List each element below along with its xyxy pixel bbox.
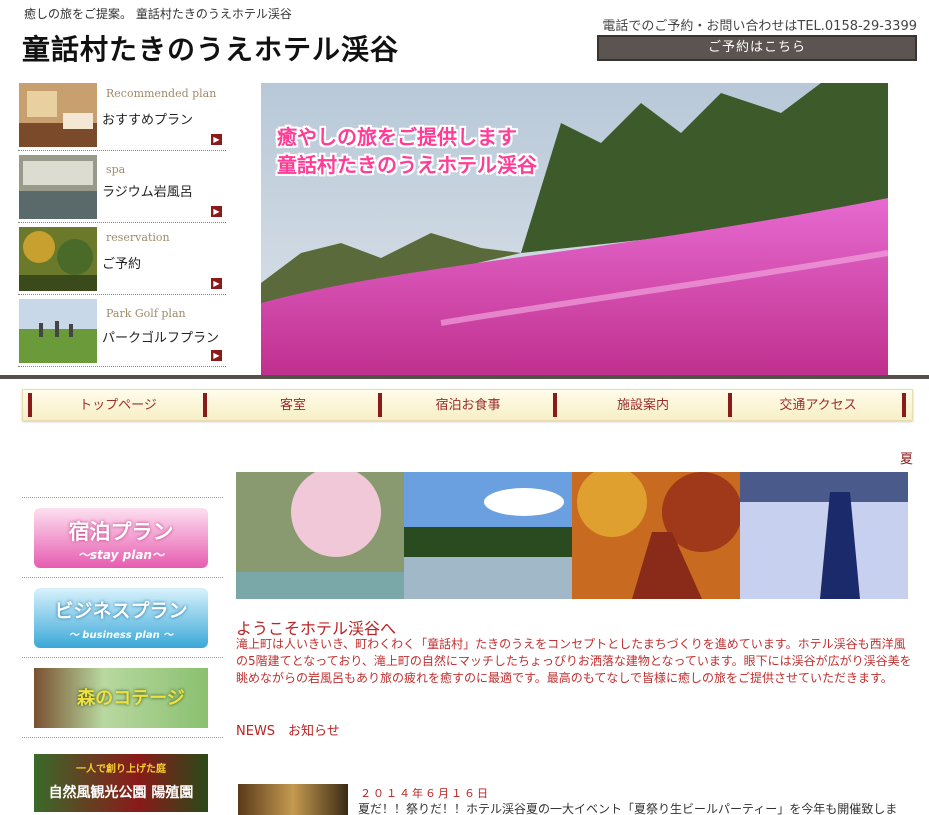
arrow-right-icon[interactable]: ▶ xyxy=(211,134,222,145)
park-golf-photo xyxy=(19,299,97,363)
news-ticker[interactable]: 夏 xyxy=(900,448,913,467)
room-photo xyxy=(19,83,97,147)
hero-caption-line: 童話村たきのうえホテル渓谷 xyxy=(277,153,537,177)
welcome-body: 滝上町は人いきいき、町わくわく「童話村」たきのうえをコンセプトとしたまちづくりを… xyxy=(236,637,912,685)
banner-title: 自然風観光公園 陽殖園 xyxy=(48,785,194,801)
bath-photo xyxy=(19,155,97,219)
banner-slot: 一人で創り上げた庭 自然風観光公園 陽殖園 xyxy=(22,737,223,815)
plan-en-label: spa xyxy=(106,163,126,176)
business-plan-banner[interactable]: ビジネスプラン ～ business plan ～ xyxy=(34,588,208,648)
nav-access[interactable]: 交通アクセス xyxy=(728,393,904,417)
summer-lake-photo xyxy=(404,472,572,599)
arrow-right-icon[interactable]: ▶ xyxy=(211,278,222,289)
banner-subtitle: ～ business plan ～ xyxy=(68,630,174,641)
nav-dining[interactable]: 宿泊お食事 xyxy=(378,393,554,417)
site-title[interactable]: 童話村たきのうえホテル渓谷 xyxy=(22,28,399,68)
plan-jp-label: ラジウム岩風呂 xyxy=(102,185,193,200)
news-heading: NEWS お知らせ xyxy=(236,724,340,739)
arrow-right-icon[interactable]: ▶ xyxy=(211,350,222,361)
winter-snow-photo xyxy=(740,472,908,599)
plan-en-label: reservation xyxy=(106,231,170,244)
plan-en-label: Recommended plan xyxy=(106,87,217,100)
site-tagline: 癒しの旅をご提案。 童話村たきのうえホテル渓谷 xyxy=(24,7,292,21)
news-item-link[interactable]: 夏だ！！祭りだ！！ホテル渓谷夏の一大イベント「夏祭り生ビールパーティー」を今年も… xyxy=(358,800,897,815)
news-date: ２０１４年６月１６日 xyxy=(360,787,490,800)
plan-item-recommended[interactable]: Recommended plan おすすめプラン ▶ xyxy=(18,83,226,151)
cottage-banner[interactable]: 森のコテージ xyxy=(34,668,208,728)
spring-blossom-photo xyxy=(236,472,404,599)
park-banner[interactable]: 一人で創り上げた庭 自然風観光公園 陽殖園 xyxy=(34,754,208,812)
hero-image: 癒やしの旅をご提供します 童話村たきのうえホテル渓谷 xyxy=(261,83,888,375)
forest-photo xyxy=(19,227,97,291)
stay-plan-banner[interactable]: 宿泊プラン ～stay plan～ xyxy=(34,508,208,568)
plan-jp-label: おすすめプラン xyxy=(102,113,194,128)
banner-title: 森のコテージ xyxy=(77,688,185,709)
arrow-right-icon[interactable]: ▶ xyxy=(211,206,222,217)
banner-slot: 森のコテージ xyxy=(22,657,223,737)
header-divider xyxy=(0,375,929,379)
nav-facilities[interactable]: 施設案内 xyxy=(553,393,729,417)
banner-title: 宿泊プラン xyxy=(68,520,174,544)
main-nav: トップページ 客室 宿泊お食事 施設案内 交通アクセス xyxy=(22,389,913,421)
banner-slot: 宿泊プラン ～stay plan～ xyxy=(22,497,223,577)
plan-item-spa[interactable]: spa ラジウム岩風呂 ▶ xyxy=(18,155,226,223)
nav-divider xyxy=(902,393,906,417)
hero-caption-line: 癒やしの旅をご提供します xyxy=(277,125,517,149)
plan-en-label: Park Golf plan xyxy=(106,307,186,320)
autumn-path-photo xyxy=(572,472,740,599)
banner-subtitle: 一人で創り上げた庭 xyxy=(76,764,166,775)
banner-subtitle: ～stay plan～ xyxy=(78,548,164,562)
news-thumbnail[interactable] xyxy=(238,784,348,815)
plan-jp-label: パークゴルフプラン xyxy=(102,331,220,346)
banner-slot: ビジネスプラン ～ business plan ～ xyxy=(22,577,223,657)
nav-top-page[interactable]: トップページ xyxy=(28,393,204,417)
nav-rooms[interactable]: 客室 xyxy=(203,393,379,417)
reservation-button[interactable]: ご予約はこちら xyxy=(597,35,917,61)
plan-item-park-golf[interactable]: Park Golf plan パークゴルフプラン ▶ xyxy=(18,299,226,367)
hero-caption: 癒やしの旅をご提供します 童話村たきのうえホテル渓谷 xyxy=(277,123,537,179)
plan-jp-label: ご予約 xyxy=(102,257,142,272)
plan-item-reservation[interactable]: reservation ご予約 ▶ xyxy=(18,227,226,295)
banner-title: ビジネスプラン xyxy=(54,600,188,622)
phone-contact: 電話でのご予約・お問い合わせはTEL.0158-29-3399 xyxy=(602,19,917,34)
